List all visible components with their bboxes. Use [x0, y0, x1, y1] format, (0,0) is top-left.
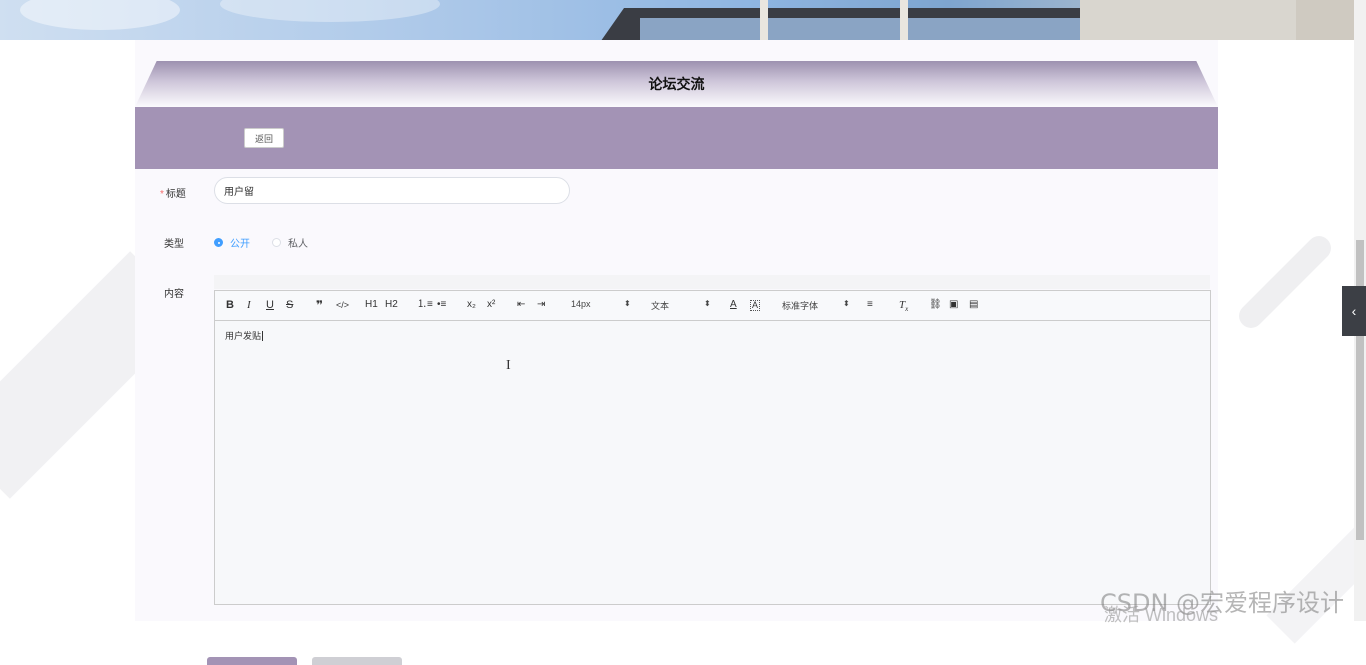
font-family-select[interactable]: 标准字体 ⬍ — [782, 299, 850, 312]
title-label: * 标题 — [160, 185, 186, 200]
header1-button[interactable]: H1 — [365, 298, 378, 312]
scrollbar-thumb[interactable] — [1356, 240, 1364, 540]
background-color-icon[interactable]: A — [750, 300, 761, 311]
side-panel-toggle-chevron-left-icon[interactable]: ‹ — [1342, 286, 1366, 336]
font-family-value: 标准字体 — [782, 301, 819, 311]
page-title-bar: 论坛交流 — [135, 61, 1218, 107]
radio-public[interactable]: 公开 — [214, 235, 250, 250]
page-title: 论坛交流 — [648, 76, 705, 92]
required-asterisk: * — [160, 189, 164, 200]
header-select-value: 文本 — [651, 301, 670, 311]
video-icon[interactable]: ▤ — [969, 298, 978, 312]
type-label: 类型 — [164, 239, 184, 250]
clear-format-icon[interactable]: Tx — [899, 298, 908, 313]
content-label: 内容 — [164, 289, 184, 300]
title-label-text: 标题 — [165, 189, 186, 200]
image-icon[interactable]: ▣ — [949, 298, 958, 312]
editor-toolbar: B I U S ❞ </> H1 H2 ⒈≡ •≡ x₂ x² ⇤ ⇥ 14px… — [215, 291, 1210, 321]
subscript-button[interactable]: x₂ — [467, 298, 476, 312]
editor-content-text: 用户发贴 — [225, 331, 262, 341]
forum-form-panel: 论坛交流 返回 * 标题 用户留 类型 公开 私人 内容 B I U S ❞ </… — [135, 40, 1218, 665]
submit-button[interactable] — [207, 657, 297, 665]
radio-dot-icon — [272, 238, 281, 247]
text-cursor-icon: I — [506, 358, 511, 373]
superscript-button[interactable]: x² — [487, 298, 495, 312]
radio-dot-icon — [214, 238, 223, 247]
radio-private[interactable]: 私人 — [272, 235, 308, 250]
font-size-value: 14px — [571, 299, 591, 309]
select-arrow-icon: ⬍ — [843, 299, 850, 308]
title-input[interactable]: 用户留 — [214, 177, 570, 204]
editor-top-strip — [214, 275, 1210, 289]
bullet-list-icon[interactable]: •≡ — [437, 298, 446, 312]
outdent-icon[interactable]: ⇤ — [517, 298, 525, 312]
rich-text-editor: B I U S ❞ </> H1 H2 ⒈≡ •≡ x₂ x² ⇤ ⇥ 14px… — [214, 290, 1211, 605]
editor-content-area[interactable]: 用户发贴 — [215, 321, 1210, 350]
background-stripe — [1266, 516, 1366, 644]
text-color-icon[interactable]: A — [730, 298, 737, 312]
blockquote-button[interactable]: ❞ — [316, 298, 323, 312]
header-banner-image — [0, 0, 1354, 40]
font-size-select[interactable]: 14px ⬍ — [571, 299, 631, 309]
code-block-button[interactable]: </> — [336, 298, 349, 312]
radio-private-label: 私人 — [288, 239, 308, 250]
strikethrough-button[interactable]: S — [286, 298, 293, 312]
select-arrow-icon: ⬍ — [624, 299, 631, 308]
ordered-list-icon[interactable]: ⒈≡ — [417, 298, 433, 312]
bold-button[interactable]: B — [226, 298, 234, 312]
header-select[interactable]: 文本 ⬍ — [651, 299, 711, 312]
italic-button[interactable]: I — [247, 298, 251, 312]
text-caret — [262, 331, 264, 341]
back-button[interactable]: 返回 — [244, 128, 284, 148]
cancel-button[interactable] — [312, 657, 402, 665]
title-input-value: 用户留 — [224, 187, 254, 198]
select-arrow-icon: ⬍ — [704, 299, 711, 308]
header2-button[interactable]: H2 — [385, 298, 398, 312]
action-bar: 返回 — [135, 107, 1218, 169]
link-icon[interactable]: ⛓ — [929, 298, 942, 312]
radio-public-label: 公开 — [230, 239, 250, 250]
underline-button[interactable]: U — [266, 298, 274, 312]
align-icon[interactable]: ≡ — [867, 298, 873, 312]
windows-activation-watermark: 激活 Windows — [1104, 605, 1219, 625]
indent-icon[interactable]: ⇥ — [537, 298, 545, 312]
background-stripe — [1234, 231, 1336, 333]
